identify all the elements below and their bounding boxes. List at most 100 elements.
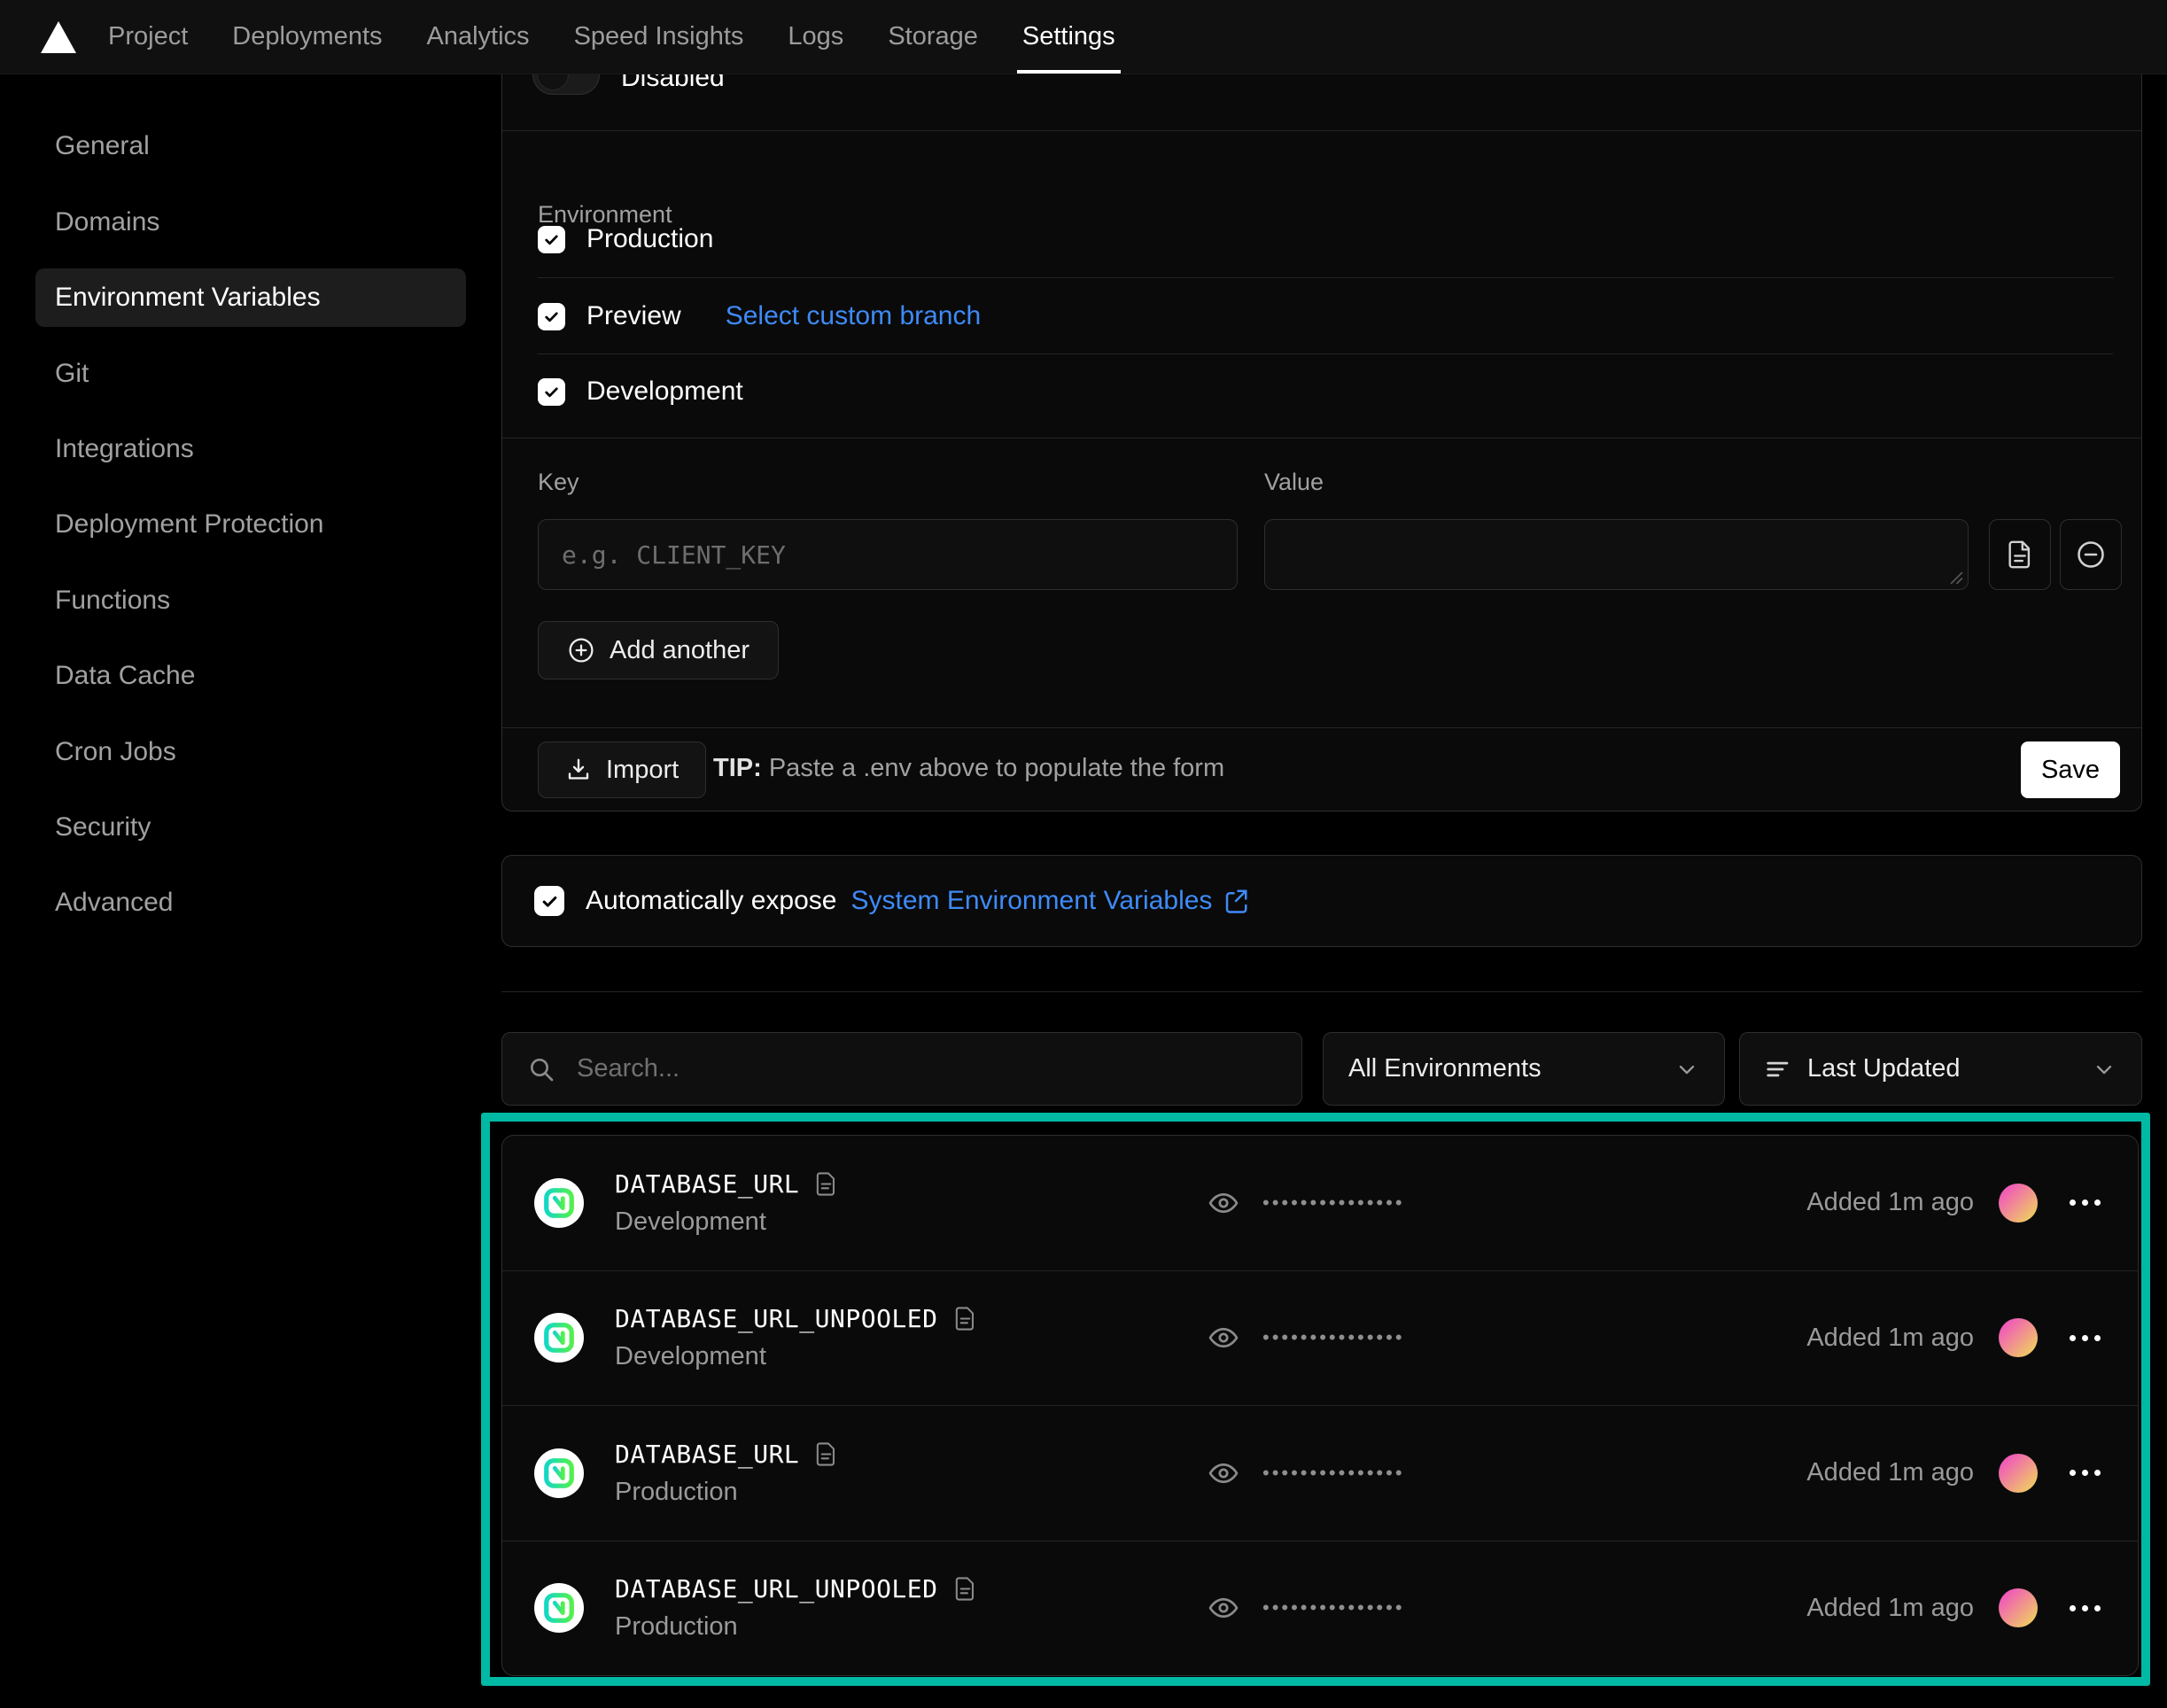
note-icon xyxy=(952,1576,978,1602)
environment-filter-dropdown[interactable]: All Environments xyxy=(1323,1032,1725,1106)
sidebar-item-cron-jobs[interactable]: Cron Jobs xyxy=(35,723,466,781)
resize-grip-icon[interactable] xyxy=(1950,571,1963,585)
env-var-value-group: ••••••••••••••• xyxy=(1208,1592,1405,1624)
system-env-vars-link-label: System Environment Variables xyxy=(850,886,1212,916)
chevron-down-icon xyxy=(2092,1057,2117,1082)
remove-row-button[interactable] xyxy=(2060,519,2122,590)
chevron-down-icon xyxy=(1674,1057,1699,1082)
env-var-name: DATABASE_URL_UNPOOLED xyxy=(615,1304,938,1333)
development-checkbox[interactable] xyxy=(538,378,565,406)
development-label: Development xyxy=(586,377,743,407)
vercel-logo-icon[interactable] xyxy=(41,21,76,53)
env-var-value-group: ••••••••••••••• xyxy=(1208,1187,1405,1219)
check-icon xyxy=(542,383,561,401)
ellipsis-menu-icon[interactable] xyxy=(2068,1194,2102,1211)
sidebar-item-advanced[interactable]: Advanced xyxy=(35,873,466,932)
eye-icon[interactable] xyxy=(1208,1592,1239,1624)
sidebar-item-deployment-protection[interactable]: Deployment Protection xyxy=(35,495,466,554)
download-icon xyxy=(565,757,592,783)
expose-text: Automatically expose xyxy=(586,886,836,916)
nav-tab-logs[interactable]: Logs xyxy=(788,0,843,74)
sidebar-item-security[interactable]: Security xyxy=(35,798,466,857)
tip-text: TIP: Paste a .env above to populate the … xyxy=(713,754,1224,783)
sort-value: Last Updated xyxy=(1807,1054,1961,1083)
sidebar-item-functions[interactable]: Functions xyxy=(35,571,466,630)
env-var-value-group: ••••••••••••••• xyxy=(1208,1457,1405,1489)
integration-avatar xyxy=(534,1583,584,1633)
masked-value: ••••••••••••••• xyxy=(1262,1326,1405,1349)
minus-circle-icon xyxy=(2075,539,2107,571)
sort-dropdown[interactable]: Last Updated xyxy=(1739,1032,2142,1106)
ellipsis-menu-icon[interactable] xyxy=(2068,1600,2102,1617)
search-field xyxy=(501,1032,1302,1106)
eye-icon[interactable] xyxy=(1208,1322,1239,1354)
eye-icon[interactable] xyxy=(1208,1457,1239,1489)
paste-file-button[interactable] xyxy=(1989,519,2051,590)
search-input[interactable] xyxy=(575,1053,1277,1084)
footer-divider xyxy=(502,727,2141,728)
environment-option-development: Development xyxy=(538,377,743,407)
env-var-environment: Production xyxy=(615,1612,978,1642)
list-section-divider xyxy=(501,991,2142,992)
key-input[interactable] xyxy=(539,520,1237,589)
masked-value: ••••••••••••••• xyxy=(1262,1192,1405,1215)
system-env-vars-link[interactable]: System Environment Variables xyxy=(850,886,1249,916)
nav-tab-speed-insights[interactable]: Speed Insights xyxy=(574,0,744,74)
check-icon xyxy=(542,230,561,249)
tip-body: Paste a .env above to populate the form xyxy=(769,754,1224,782)
env-var-info: DATABASE_URL_UNPOOLED Development xyxy=(615,1304,978,1371)
user-avatar xyxy=(1999,1454,2038,1493)
sidebar-item-data-cache[interactable]: Data Cache xyxy=(35,647,466,705)
integration-avatar xyxy=(534,1178,584,1228)
nav-tab-storage[interactable]: Storage xyxy=(888,0,978,74)
sidebar-item-git[interactable]: Git xyxy=(35,345,466,403)
env-var-name: DATABASE_URL_UNPOOLED xyxy=(615,1574,938,1603)
note-icon xyxy=(813,1171,839,1197)
settings-sidebar: General Domains Environment Variables Gi… xyxy=(0,74,501,1708)
env-var-environment: Production xyxy=(615,1478,839,1507)
row-divider xyxy=(538,353,2113,354)
add-another-button[interactable]: Add another xyxy=(538,621,779,679)
added-timestamp: Added 1m ago xyxy=(1806,1324,1974,1353)
env-var-row: DATABASE_URL Production ••••••••••••••• … xyxy=(502,1405,2138,1541)
user-avatar xyxy=(1999,1318,2038,1357)
nav-tab-settings[interactable]: Settings xyxy=(1022,0,1115,74)
ellipsis-menu-icon[interactable] xyxy=(2068,1330,2102,1347)
nav-tabs: Project Deployments Analytics Speed Insi… xyxy=(108,0,1115,74)
preview-checkbox[interactable] xyxy=(538,303,565,330)
sidebar-item-domains[interactable]: Domains xyxy=(35,193,466,252)
added-timestamp: Added 1m ago xyxy=(1806,1188,1974,1217)
production-label: Production xyxy=(586,224,713,254)
env-var-info: DATABASE_URL Production xyxy=(615,1440,839,1507)
eye-icon[interactable] xyxy=(1208,1187,1239,1219)
env-var-info: DATABASE_URL Development xyxy=(615,1169,839,1237)
integration-avatar xyxy=(534,1313,584,1363)
ellipsis-menu-icon[interactable] xyxy=(2068,1464,2102,1481)
sidebar-item-integrations[interactable]: Integrations xyxy=(35,420,466,478)
nav-tab-analytics[interactable]: Analytics xyxy=(427,0,530,74)
nav-tab-project[interactable]: Project xyxy=(108,0,188,74)
plus-circle-icon xyxy=(567,636,595,664)
file-text-icon xyxy=(2005,540,2035,570)
sidebar-item-general[interactable]: General xyxy=(35,117,466,175)
select-custom-branch-link[interactable]: Select custom branch xyxy=(726,301,981,331)
add-another-label: Add another xyxy=(610,636,750,665)
integration-avatar xyxy=(534,1448,584,1498)
production-checkbox[interactable] xyxy=(538,226,565,253)
added-timestamp: Added 1m ago xyxy=(1806,1458,1974,1487)
masked-value: ••••••••••••••• xyxy=(1262,1462,1405,1485)
added-timestamp: Added 1m ago xyxy=(1806,1594,1974,1623)
environment-option-preview: Preview Select custom branch xyxy=(538,301,981,331)
expose-checkbox[interactable] xyxy=(534,886,564,916)
env-var-meta: Added 1m ago xyxy=(1806,1588,2102,1627)
env-var-environment: Development xyxy=(615,1207,839,1237)
value-input[interactable] xyxy=(1265,520,1968,589)
env-var-row: DATABASE_URL Development •••••••••••••••… xyxy=(502,1136,2138,1270)
check-icon xyxy=(542,307,561,326)
save-button[interactable]: Save xyxy=(2021,741,2120,798)
search-icon xyxy=(527,1055,555,1083)
sidebar-item-environment-variables[interactable]: Environment Variables xyxy=(35,268,466,327)
user-avatar xyxy=(1999,1184,2038,1223)
nav-tab-deployments[interactable]: Deployments xyxy=(232,0,382,74)
import-button[interactable]: Import xyxy=(538,741,706,798)
